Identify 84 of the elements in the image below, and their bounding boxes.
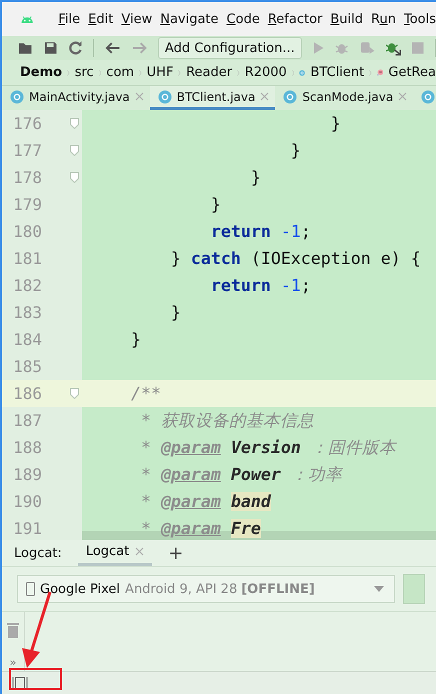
close-icon[interactable] (260, 92, 270, 101)
fold-icon[interactable] (70, 145, 79, 156)
dropdown-caret-icon (374, 586, 384, 592)
breadcrumb-item[interactable]: Demo (20, 65, 62, 80)
code-line: } (170, 303, 181, 322)
line-number: 187 (12, 411, 42, 430)
line-number: 191 (12, 519, 42, 538)
line-number: 185 (12, 357, 42, 376)
breadcrumb-item[interactable]: GetRea (388, 65, 436, 80)
menu-item[interactable]: File (58, 12, 80, 26)
line-number: 183 (12, 303, 42, 322)
code-line: * @param Fre (140, 519, 261, 538)
breadcrumb-item[interactable]: com (106, 65, 134, 80)
back-arrow-icon[interactable] (105, 42, 121, 54)
fold-icon[interactable] (70, 172, 79, 183)
menu-item[interactable]: Run (371, 12, 396, 26)
annotation-box (9, 668, 62, 690)
code-line: } (250, 168, 261, 187)
code-line: return -1; (210, 222, 311, 241)
add-tab-button[interactable]: + (168, 542, 184, 564)
class-icon (283, 90, 298, 104)
file-tab[interactable]: ScanMode.java (275, 86, 414, 110)
menu-item[interactable]: Build (330, 12, 364, 26)
profile-icon[interactable] (360, 41, 376, 55)
line-number: 184 (12, 330, 42, 349)
code-line: return -1; (210, 276, 311, 295)
code-line: } (290, 141, 301, 160)
stop-icon[interactable] (412, 42, 424, 54)
class-icon (421, 90, 436, 104)
line-number: 181 (12, 249, 42, 268)
menu-item[interactable]: Tools (404, 12, 436, 26)
code-line: * @param band (140, 492, 271, 511)
phone-icon (26, 582, 35, 596)
code-line: * @param Power ：功率 (140, 464, 342, 484)
line-number: 176 (12, 114, 42, 133)
trash-icon (7, 622, 19, 638)
line-number: 180 (12, 222, 42, 241)
panel-toggle-icon[interactable] (12, 677, 28, 689)
code-line: } (330, 114, 341, 133)
breadcrumb-item[interactable]: R2000 (244, 65, 287, 80)
close-icon[interactable] (135, 547, 144, 556)
menu-item[interactable]: Edit (88, 12, 114, 26)
line-number: 188 (12, 438, 42, 457)
line-number: 186 (12, 384, 42, 403)
line-number: 179 (12, 195, 42, 214)
bug-arrow-icon[interactable] (386, 40, 402, 56)
code-line: } catch (IOException e) { (170, 249, 421, 268)
breadcrumb-item[interactable]: BTClient (310, 65, 364, 80)
close-icon[interactable] (398, 92, 408, 101)
sync-icon[interactable] (68, 41, 82, 55)
code-line: } (210, 195, 221, 214)
bug-icon[interactable] (335, 41, 349, 55)
breadcrumb-item[interactable]: src (74, 65, 94, 80)
line-number: 190 (12, 492, 42, 511)
forward-arrow-icon (132, 42, 147, 54)
menu-item[interactable]: Refactor (268, 12, 322, 26)
class-icon (158, 90, 172, 104)
menu-item[interactable]: Navigate (160, 12, 219, 26)
menu-item[interactable]: Code (226, 12, 260, 26)
breadcrumb-item[interactable]: Reader (186, 65, 232, 80)
fold-icon[interactable] (70, 388, 79, 399)
run-configuration-button[interactable]: Add Configuration... (158, 37, 302, 59)
more-button[interactable]: » (10, 656, 16, 669)
line-number: 177 (12, 141, 42, 160)
close-icon[interactable] (134, 92, 144, 101)
line-number: 189 (12, 465, 42, 484)
code-line: /** (130, 384, 161, 403)
fold-icon[interactable] (70, 118, 79, 129)
class-icon (10, 90, 24, 104)
save-icon[interactable] (44, 41, 58, 55)
code-line: * 获取设备的基本信息 (140, 410, 314, 430)
code-line: } (130, 330, 141, 349)
menu-item[interactable]: View (121, 12, 152, 26)
logcat-tab[interactable]: Logcat (78, 540, 152, 566)
file-tab[interactable]: BTClient.java (150, 86, 276, 110)
filter-button[interactable] (403, 574, 425, 604)
panel-title: Logcat: (14, 546, 62, 560)
code-line: * @param Version ：固件版本 (140, 438, 396, 456)
breadcrumb-item[interactable]: UHF (146, 65, 174, 80)
file-tab[interactable]: MainActivity.java (2, 86, 150, 110)
line-number: 178 (12, 168, 42, 187)
line-number: 182 (12, 276, 42, 295)
folder-icon[interactable] (18, 41, 34, 55)
device-dropdown[interactable]: Google Pixel Android 9, API 28 [OFFLINE] (17, 575, 395, 603)
